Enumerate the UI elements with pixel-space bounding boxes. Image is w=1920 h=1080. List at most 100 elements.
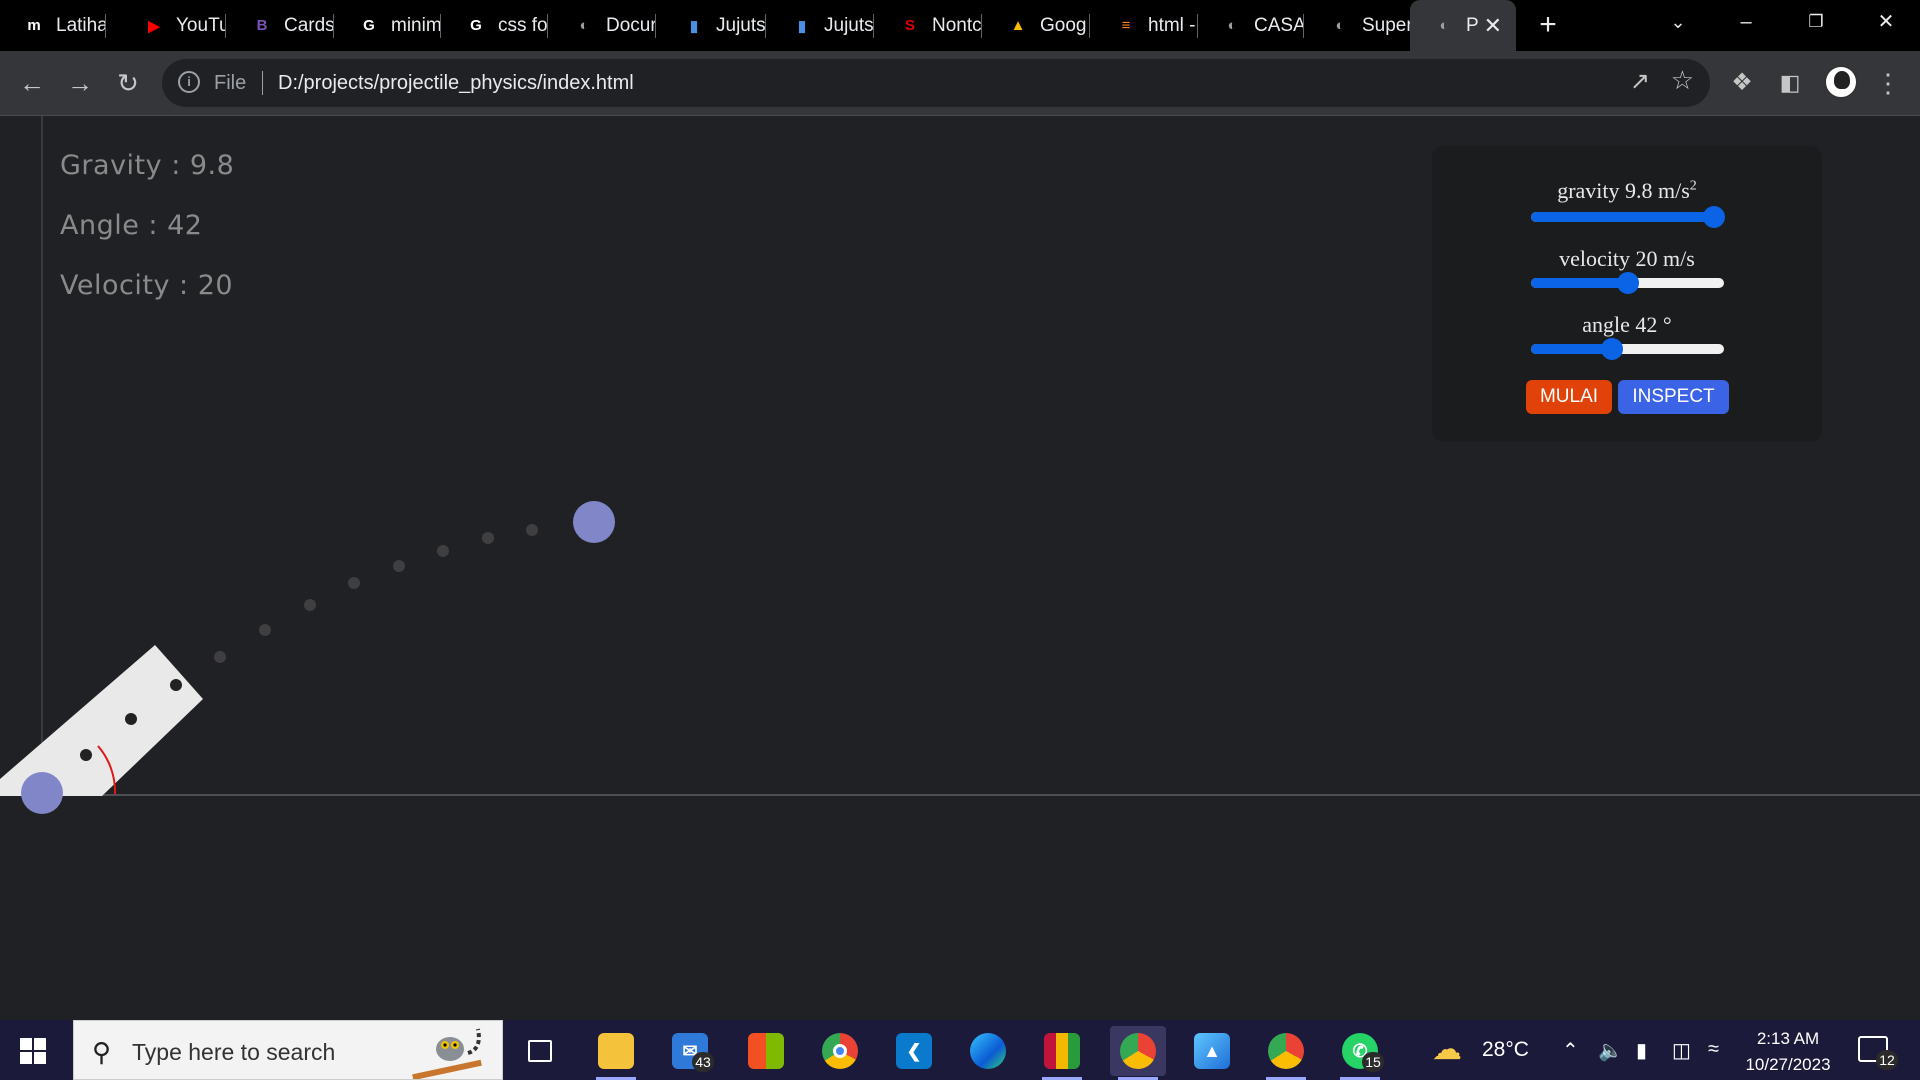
whatsapp-icon[interactable]: ✆ 15 xyxy=(1332,1026,1388,1080)
projectile-ball xyxy=(573,501,615,543)
tab-separator xyxy=(765,14,766,38)
photos-icon[interactable]: ▲ xyxy=(1184,1026,1240,1076)
battery-icon[interactable]: ▮ xyxy=(1636,1038,1647,1063)
reload-icon[interactable]: ↻ xyxy=(110,65,146,101)
browser-tab[interactable]: ▶ YouTu xyxy=(120,0,226,51)
url-text[interactable]: D:/projects/projectile_physics/index.htm… xyxy=(278,72,634,95)
tab-separator xyxy=(225,14,226,38)
weather-temperature[interactable]: 28°C xyxy=(1482,1038,1529,1062)
velocity-slider[interactable] xyxy=(1531,272,1724,294)
gravity-slider-fill xyxy=(1531,212,1715,222)
tab-separator xyxy=(1089,14,1090,38)
tab-separator xyxy=(873,14,874,38)
browser-tab[interactable]: ▮ Jujutsi xyxy=(768,0,874,51)
trajectory-dot xyxy=(259,624,271,636)
scheme-label: File xyxy=(214,72,247,94)
browser-tab[interactable]: Gminim xyxy=(335,0,441,51)
chrome-profile-active-icon[interactable] xyxy=(1110,1026,1166,1080)
tab-title: html - xyxy=(1148,14,1196,36)
globe-icon: ◐ xyxy=(579,17,589,34)
info-icon[interactable]: i xyxy=(178,71,200,93)
tab-title: Jujutsi xyxy=(824,14,874,36)
windows-taskbar: ⚲ Type here to search ✉ 43 ❮ ▲ ✆ 15 ☁ 28°C… xyxy=(0,1020,1920,1080)
wifi-icon[interactable]: ≈ xyxy=(1708,1038,1719,1061)
browser-tab[interactable]: S Nontc xyxy=(876,0,982,51)
tab-search-chevron-icon[interactable]: ⌄ xyxy=(1644,0,1712,44)
mail-icon[interactable]: ✉ 43 xyxy=(662,1026,718,1076)
device-icon[interactable]: ◫ xyxy=(1672,1038,1691,1063)
taskbar-search-box[interactable]: ⚲ Type here to search xyxy=(73,1020,503,1080)
back-arrow-icon[interactable]: ← xyxy=(14,65,50,101)
browser-tab[interactable]: ≡ html - xyxy=(1092,0,1198,51)
side-panel-icon[interactable]: ◧ xyxy=(1772,65,1808,101)
trajectory-dot xyxy=(348,577,360,589)
vscode-icon[interactable]: ❮ xyxy=(886,1026,942,1076)
close-tab-icon[interactable]: ✕ xyxy=(1484,13,1502,39)
minimize-button[interactable]: – xyxy=(1712,0,1780,44)
tab-title: Super xyxy=(1362,14,1412,36)
browser-toolbar: ← → ↻ i File D:/projects/projectile_phys… xyxy=(0,51,1920,116)
weather-icon[interactable]: ☁ xyxy=(1432,1032,1462,1067)
chrome-profile-e-icon[interactable] xyxy=(1258,1026,1314,1080)
velocity-slider-thumb[interactable] xyxy=(1616,272,1639,294)
browser-tab[interactable]: ◐ Super xyxy=(1306,0,1412,51)
address-bar[interactable]: i File D:/projects/projectile_physics/in… xyxy=(162,59,1710,107)
angle-slider-thumb[interactable] xyxy=(1601,338,1624,360)
gravity-slider-thumb[interactable] xyxy=(1703,206,1726,228)
stackoverflow-icon: ≡ xyxy=(1121,17,1131,34)
youtube-icon: ▶ xyxy=(148,17,160,35)
browser-tab[interactable]: ▲ Goog xyxy=(984,0,1090,51)
windows-start-icon[interactable] xyxy=(20,1038,46,1064)
trajectory-dot xyxy=(482,532,494,544)
volume-icon[interactable]: 🔈 xyxy=(1598,1038,1623,1063)
browser-tab[interactable]: Gcss fo xyxy=(442,0,548,51)
cannon-dot xyxy=(170,679,182,691)
page-viewport: Gravity : 9.8 Angle : 42 Velocity : 20 g… xyxy=(0,116,1920,1020)
angle-slider[interactable] xyxy=(1531,338,1724,360)
file-explorer-icon[interactable] xyxy=(588,1026,644,1080)
google-icon: G xyxy=(470,17,482,34)
new-tab-button[interactable]: + xyxy=(1530,8,1566,44)
task-view-icon[interactable] xyxy=(512,1026,568,1076)
microsoft-store-icon[interactable] xyxy=(738,1026,794,1076)
tab-title: Nontc xyxy=(932,14,982,36)
winrar-icon[interactable] xyxy=(1034,1026,1090,1080)
profile-avatar[interactable] xyxy=(1824,65,1858,99)
globe-icon: ◐ xyxy=(1227,17,1237,34)
trajectory-dot xyxy=(393,560,405,572)
tab-strip: m Latiha ▶ YouTu B Cards Gminim Gcss fo ◐ Docur ▮ J… xyxy=(0,0,1920,51)
browser-tab[interactable]: ▮ Jujutsi xyxy=(660,0,766,51)
gravity-slider[interactable] xyxy=(1531,206,1726,228)
search-icon: ⚲ xyxy=(92,1037,112,1067)
chrome-icon[interactable] xyxy=(812,1026,868,1076)
browser-tab[interactable]: B Cards xyxy=(228,0,334,51)
browser-tab[interactable]: ◐ CASA xyxy=(1198,0,1304,51)
notification-center-icon[interactable]: 12 xyxy=(1858,1036,1898,1070)
forward-arrow-icon[interactable]: → xyxy=(62,65,98,101)
browser-tab[interactable]: ◐ P ✕ xyxy=(1410,0,1516,51)
tab-title: minim xyxy=(391,14,441,36)
tab-title: css fo xyxy=(498,14,548,36)
browser-tab[interactable]: m Latiha xyxy=(0,0,106,51)
tray-chevron-up-icon[interactable]: ⌃ xyxy=(1562,1038,1579,1063)
gravity-control-label: gravity 9.8 m/s2 xyxy=(1432,178,1822,204)
tab-separator xyxy=(333,14,334,38)
browser-tab[interactable]: ◐ Docur xyxy=(550,0,656,51)
system-clock[interactable]: 2:13 AM 10/27/2023 xyxy=(1738,1026,1838,1078)
clock-time: 2:13 AM xyxy=(1756,1029,1820,1048)
inspect-button[interactable]: INSPECT xyxy=(1618,380,1729,414)
bookmark-star-icon[interactable]: ☆ xyxy=(1671,65,1694,96)
share-icon[interactable]: ↗ xyxy=(1630,67,1650,96)
angle-control-label: angle 42 ° xyxy=(1582,312,1672,337)
restore-button[interactable]: ❐ xyxy=(1782,0,1850,44)
trajectory-dot xyxy=(214,651,226,663)
extensions-puzzle-icon[interactable]: ❖ xyxy=(1724,65,1760,101)
start-button[interactable]: MULAI xyxy=(1526,380,1612,414)
cannon-barrel xyxy=(0,645,203,796)
close-window-button[interactable]: ✕ xyxy=(1852,0,1920,44)
menu-kebab-icon[interactable]: ⋮ xyxy=(1870,65,1906,101)
edge-icon[interactable] xyxy=(960,1026,1016,1076)
search-highlight-lemur-icon xyxy=(412,1028,482,1079)
bootstrap-icon: B xyxy=(256,17,268,34)
cannon-dot xyxy=(80,749,92,761)
